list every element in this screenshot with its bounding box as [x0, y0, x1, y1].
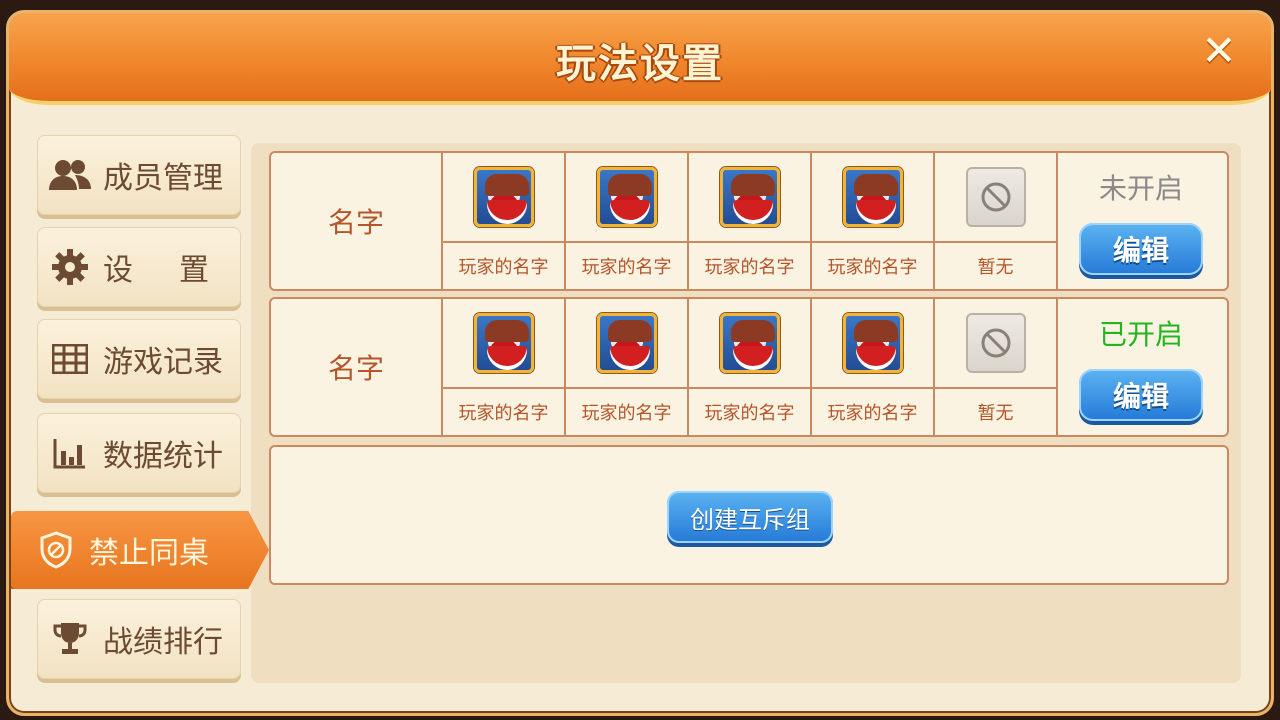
player-name: 玩家的名字 — [704, 257, 795, 278]
sidebar-item-label: 战绩排行 — [103, 625, 223, 660]
empty-player-slot[interactable]: 暂无 — [935, 299, 1058, 435]
ban-icon — [965, 313, 1026, 373]
player-name: 玩家的名字 — [581, 257, 672, 278]
player-slot[interactable]: 玩家的名字 — [689, 299, 812, 435]
empty-slot-label: 暂无 — [977, 403, 1014, 424]
player-slot[interactable]: 玩家的名字 — [566, 299, 689, 435]
sidebar-item-label: 数据统计 — [103, 439, 223, 474]
player-slot[interactable]: 玩家的名字 — [443, 299, 566, 435]
gear-icon — [49, 246, 91, 288]
player-avatar — [473, 313, 534, 373]
trophy-icon — [49, 618, 91, 660]
group-name: 名字 — [271, 153, 443, 289]
close-button[interactable]: ✕ — [1197, 29, 1241, 73]
members-icon — [49, 154, 91, 196]
player-avatar — [842, 167, 903, 227]
player-name: 玩家的名字 — [458, 403, 549, 424]
edit-button[interactable]: 编辑 — [1079, 369, 1203, 421]
sidebar-item-game-records[interactable]: 游戏记录 — [37, 319, 241, 399]
player-slot[interactable]: 玩家的名字 — [812, 299, 935, 435]
player-name: 玩家的名字 — [827, 257, 918, 278]
sidebar-item-settings[interactable]: 设 置 — [37, 227, 241, 307]
player-slot[interactable]: 玩家的名字 — [689, 153, 812, 289]
edit-button[interactable]: 编辑 — [1079, 223, 1203, 275]
player-slot[interactable]: 玩家的名字 — [566, 153, 689, 289]
group-status-cell: 未开启 编辑 — [1055, 153, 1227, 289]
sidebar-item-label: 禁止同桌 — [89, 536, 209, 571]
player-slot[interactable]: 玩家的名字 — [443, 153, 566, 289]
sidebar-item-label: 成员管理 — [103, 161, 223, 196]
player-avatar — [596, 313, 657, 373]
player-slot[interactable]: 玩家的名字 — [812, 153, 935, 289]
create-group-area: 创建互斥组 — [269, 445, 1229, 585]
sidebar-item-statistics[interactable]: 数据统计 — [37, 413, 241, 493]
empty-slot-label: 暂无 — [977, 257, 1014, 278]
group-status-cell: 已开启 编辑 — [1055, 299, 1227, 435]
group-status: 未开启 — [1098, 172, 1183, 205]
grid-icon — [49, 338, 91, 380]
sidebar-item-members[interactable]: 成员管理 — [37, 135, 241, 215]
player-name: 玩家的名字 — [458, 257, 549, 278]
player-name: 玩家的名字 — [827, 403, 918, 424]
player-avatar — [719, 313, 780, 373]
panel-title: 玩法设置 — [556, 41, 724, 87]
sidebar-item-label: 设 置 — [103, 253, 217, 288]
player-avatar — [842, 313, 903, 373]
ban-shield-icon — [35, 529, 77, 571]
settings-panel: 玩法设置 ✕ 成员管理 设 置 游戏记录 数据统计 禁止同桌 战绩排行 名字 玩… — [6, 10, 1274, 716]
create-exclusion-group-button[interactable]: 创建互斥组 — [667, 491, 833, 543]
player-avatar — [719, 167, 780, 227]
exclusion-group-row: 名字 玩家的名字 玩家的名字 玩家的名字 玩家的名字 暂无 已开启 编辑 — [269, 297, 1229, 437]
player-avatar — [596, 167, 657, 227]
group-name: 名字 — [271, 299, 443, 435]
empty-player-slot[interactable]: 暂无 — [935, 153, 1058, 289]
sidebar-item-no-same-table[interactable]: 禁止同桌 — [11, 511, 269, 589]
group-status: 已开启 — [1098, 318, 1183, 351]
title-bar: 玩法设置 ✕ — [9, 13, 1271, 105]
sidebar-item-label: 游戏记录 — [103, 345, 223, 380]
ban-icon — [965, 167, 1026, 227]
player-avatar — [473, 167, 534, 227]
close-icon: ✕ — [1201, 26, 1237, 75]
exclusion-group-row: 名字 玩家的名字 玩家的名字 玩家的名字 玩家的名字 暂无 未开启 编辑 — [269, 151, 1229, 291]
player-name: 玩家的名字 — [581, 403, 672, 424]
player-name: 玩家的名字 — [704, 403, 795, 424]
bar-chart-icon — [49, 432, 91, 474]
sidebar-item-ranking[interactable]: 战绩排行 — [37, 599, 241, 679]
